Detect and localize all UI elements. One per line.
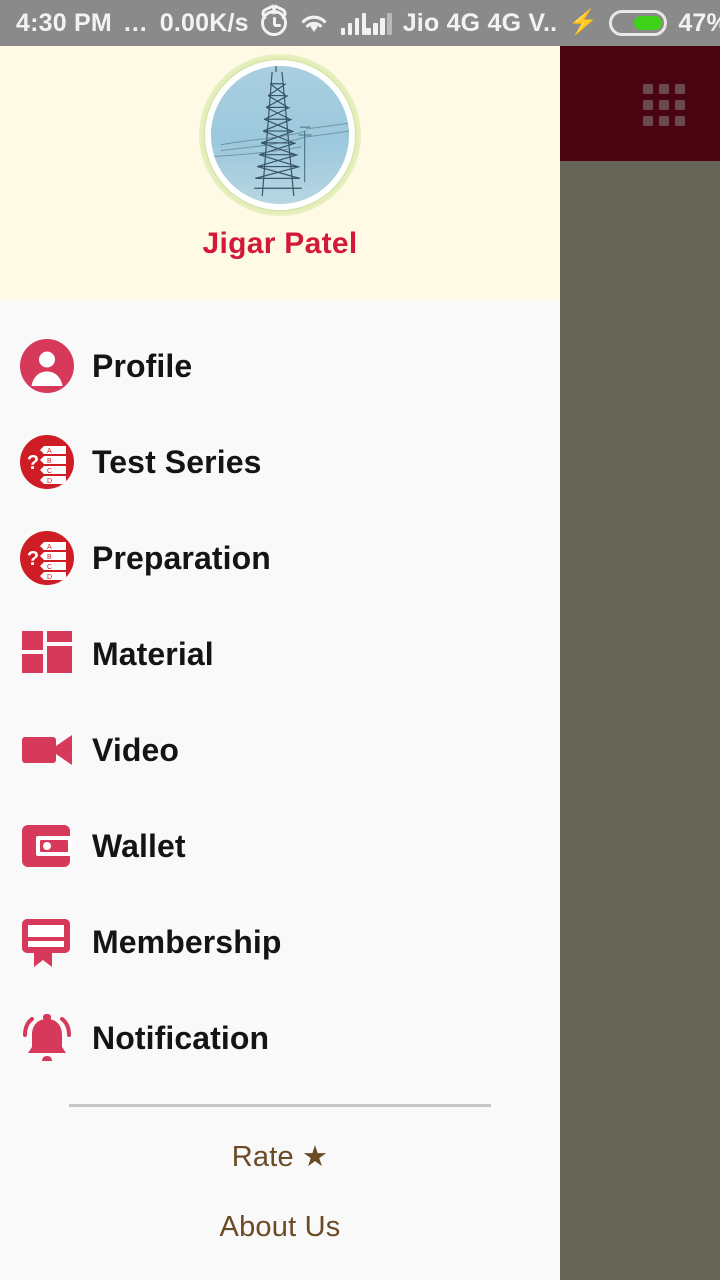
wifi-icon [299, 12, 329, 34]
sidebar-item-test-series[interactable]: ? A B C D Test Series [0, 414, 560, 510]
grid-cell [643, 84, 653, 94]
sidebar-item-wallet[interactable]: Wallet [0, 798, 560, 894]
svg-text:D: D [47, 574, 52, 581]
avatar-image-transmission-tower [205, 60, 355, 210]
divider [69, 1104, 491, 1107]
signal-bars-icon [340, 11, 367, 35]
phone-screen: Jigar Patel Profile ? A B C D Test Serie… [0, 0, 720, 1280]
question-options-icon: ? A B C D [20, 531, 74, 585]
svg-text:B: B [47, 554, 52, 561]
page-title: Jigar Patel [202, 227, 358, 260]
sidebar-item-material[interactable]: Material [0, 606, 560, 702]
sidebar-item-label: Membership [92, 923, 282, 960]
grid-cell [675, 100, 685, 110]
grid-cell [675, 116, 685, 126]
sidebar-item-label: Test Series [92, 443, 262, 480]
svg-text:C: C [47, 468, 52, 475]
svg-text:A: A [47, 544, 52, 551]
grid-cell [659, 116, 669, 126]
membership-card-icon [20, 915, 74, 969]
bolt-icon: ⚡ [568, 9, 599, 36]
dashboard-grid-icon [20, 627, 74, 681]
grid-cell [659, 100, 669, 110]
sidebar-item-label: Profile [92, 347, 193, 384]
sidebar-item-profile[interactable]: Profile [0, 318, 560, 414]
svg-text:D: D [47, 478, 52, 485]
bell-icon [20, 1011, 74, 1065]
svg-text:?: ? [27, 548, 39, 570]
drawer-header: Jigar Patel [0, 46, 560, 300]
status-dots: ... [123, 8, 148, 37]
grid-cell [659, 84, 669, 94]
sidebar-item-preparation[interactable]: ? A B C D Preparation [0, 510, 560, 606]
network-speed: 0.00K/s [159, 8, 249, 37]
svg-text:A: A [47, 448, 52, 455]
svg-text:?: ? [27, 452, 39, 474]
svg-text:B: B [47, 458, 52, 465]
grid-cell [643, 116, 653, 126]
svg-text:C: C [47, 564, 52, 571]
sidebar-item-label: Wallet [92, 827, 186, 864]
navigation-drawer: Jigar Patel Profile ? A B C D Test Serie… [0, 46, 560, 1280]
sidebar-item-label: Material [92, 635, 214, 672]
drawer-menu-list: Profile ? A B C D Test Series ? A B C D … [0, 300, 560, 1086]
sidebar-item-label: Preparation [92, 539, 271, 576]
status-time: 4:30 PM [16, 8, 112, 37]
video-camera-icon [20, 723, 74, 777]
battery-icon [609, 10, 668, 36]
rate-link[interactable]: Rate ★ [0, 1139, 560, 1174]
sidebar-item-membership[interactable]: Membership [0, 894, 560, 990]
alarm-icon [260, 10, 287, 36]
carrier-label: Jio 4G 4G V.. [402, 8, 558, 37]
signal-bars-icon [366, 11, 392, 35]
grid-cell [675, 84, 685, 94]
status-bar: 4:30 PM ... 0.00K/s Jio 4G 4G V.. ⚡ 47 [0, 0, 720, 46]
sidebar-item-label: Notification [92, 1019, 270, 1056]
sidebar-item-video[interactable]: Video [0, 702, 560, 798]
battery-level: 47% [678, 8, 720, 37]
wallet-icon [20, 819, 74, 873]
question-options-icon: ? A B C D [20, 435, 74, 489]
sidebar-item-notification[interactable]: Notification [0, 990, 560, 1086]
sidebar-item-label: Video [92, 731, 180, 768]
avatar[interactable] [199, 54, 361, 216]
grid-menu-icon[interactable] [643, 84, 685, 126]
person-circle-icon [20, 339, 74, 393]
grid-cell [643, 100, 653, 110]
about-us-link[interactable]: About Us [0, 1211, 560, 1244]
